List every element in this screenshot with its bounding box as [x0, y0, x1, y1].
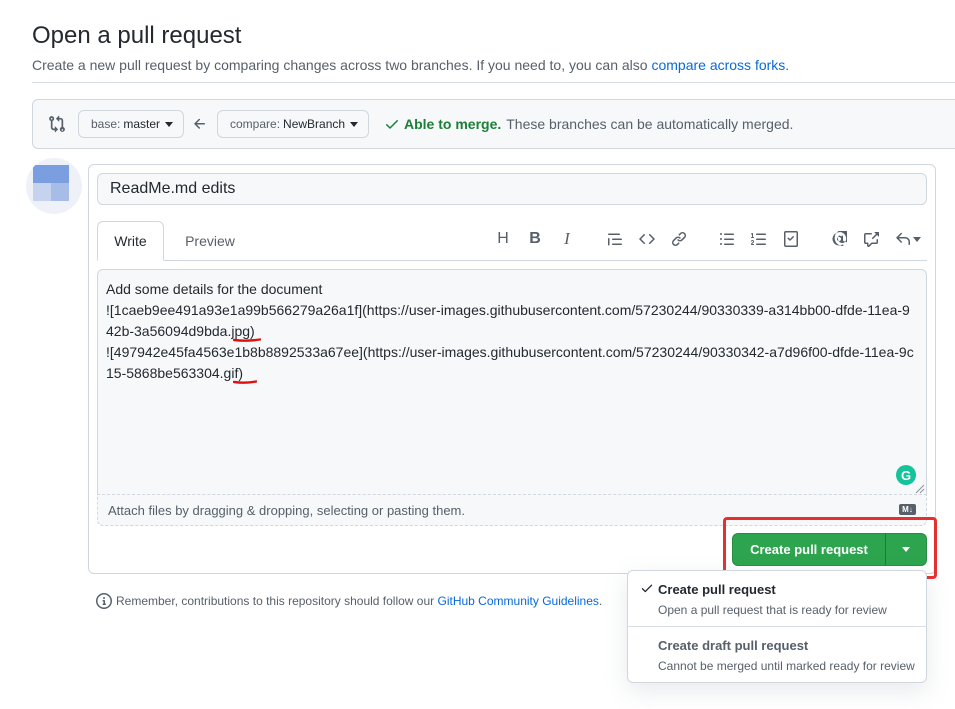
- git-compare-icon: [49, 115, 65, 133]
- menu-item-title: Create draft pull request: [658, 638, 809, 653]
- chevron-down-icon: [913, 236, 921, 242]
- unordered-list-button[interactable]: [716, 228, 738, 250]
- base-branch-name: master: [123, 117, 161, 131]
- arrow-left-icon: [194, 118, 205, 129]
- tab-preview[interactable]: Preview: [172, 221, 248, 261]
- list-unordered-icon: [720, 233, 734, 245]
- chevron-down-icon: [165, 121, 174, 127]
- pr-title-input[interactable]: [97, 173, 927, 205]
- community-guidelines-link[interactable]: GitHub Community Guidelines: [438, 594, 599, 608]
- compare-branch-select[interactable]: compare: NewBranch: [217, 110, 370, 138]
- annotation-underline: [233, 338, 261, 342]
- ordered-list-button[interactable]: [748, 228, 770, 250]
- create-pull-request-button[interactable]: Create pull request: [732, 533, 886, 566]
- menu-item-description: Open a pull request that is ready for re…: [658, 603, 887, 617]
- menu-item-create-draft-pull-request[interactable]: Create draft pull request Cannot be merg…: [628, 627, 926, 683]
- compare-branch-name: NewBranch: [283, 117, 346, 131]
- quote-icon: [608, 233, 622, 246]
- resize-handle-icon[interactable]: [913, 482, 925, 494]
- menu-item-title: Create pull request: [658, 582, 776, 597]
- subtitle-text: Create a new pull request by comparing c…: [32, 57, 648, 73]
- create-options-menu: Create pull request Open a pull request …: [627, 570, 927, 683]
- chevron-down-icon: [350, 121, 359, 127]
- create-options-dropdown-button[interactable]: [885, 533, 927, 566]
- subtitle-end: .: [785, 57, 790, 73]
- menu-item-create-pull-request[interactable]: Create pull request Open a pull request …: [628, 571, 926, 626]
- markdown-icon: M↓: [899, 504, 916, 515]
- info-icon: [96, 593, 112, 609]
- attach-files-label: Attach files by dragging & dropping, sel…: [108, 503, 465, 518]
- merge-ok-label: Able to merge.: [404, 116, 502, 132]
- list-ordered-icon: [751, 233, 766, 245]
- link-button[interactable]: [668, 228, 690, 250]
- merge-status: Able to merge. These branches can be aut…: [384, 116, 793, 132]
- checkbox-icon: [784, 231, 798, 247]
- heading-button[interactable]: H: [492, 228, 514, 250]
- tab-write[interactable]: Write: [97, 221, 164, 261]
- header-divider: [32, 82, 955, 83]
- saved-replies-button[interactable]: [892, 228, 924, 250]
- reply-icon: [896, 232, 910, 245]
- page-title: Open a pull request: [32, 22, 242, 49]
- community-guidelines-note: Remember, contributions to this reposito…: [96, 593, 602, 609]
- chevron-down-icon: [902, 547, 910, 552]
- mention-icon: [832, 231, 847, 246]
- avatar: [26, 158, 82, 214]
- page-subtitle: Create a new pull request by comparing c…: [32, 57, 789, 73]
- cross-reference-button[interactable]: [860, 228, 882, 250]
- bold-button[interactable]: B: [524, 228, 546, 250]
- italic-button[interactable]: I: [556, 228, 578, 250]
- pr-body-text: Add some details for the document ![1cae…: [106, 281, 914, 381]
- link-icon: [672, 232, 686, 246]
- compare-across-forks-link[interactable]: compare across forks: [651, 57, 785, 73]
- annotation-underline: [233, 380, 257, 384]
- mention-button[interactable]: [828, 228, 850, 250]
- task-list-button[interactable]: [780, 228, 802, 250]
- code-button[interactable]: [636, 228, 658, 250]
- guidelines-text: Remember, contributions to this reposito…: [116, 594, 435, 608]
- base-prefix: base:: [91, 117, 121, 131]
- cross-reference-icon: [864, 232, 879, 247]
- quote-button[interactable]: [604, 228, 626, 250]
- guidelines-end: .: [598, 594, 603, 608]
- merge-status-text: These branches can be automatically merg…: [506, 116, 794, 132]
- code-icon: [639, 233, 655, 245]
- base-branch-select[interactable]: base: master: [78, 110, 185, 138]
- compare-prefix: compare:: [230, 117, 281, 131]
- check-icon: [386, 120, 398, 129]
- check-icon: [641, 584, 653, 593]
- menu-item-description: Cannot be merged until marked ready for …: [658, 659, 915, 673]
